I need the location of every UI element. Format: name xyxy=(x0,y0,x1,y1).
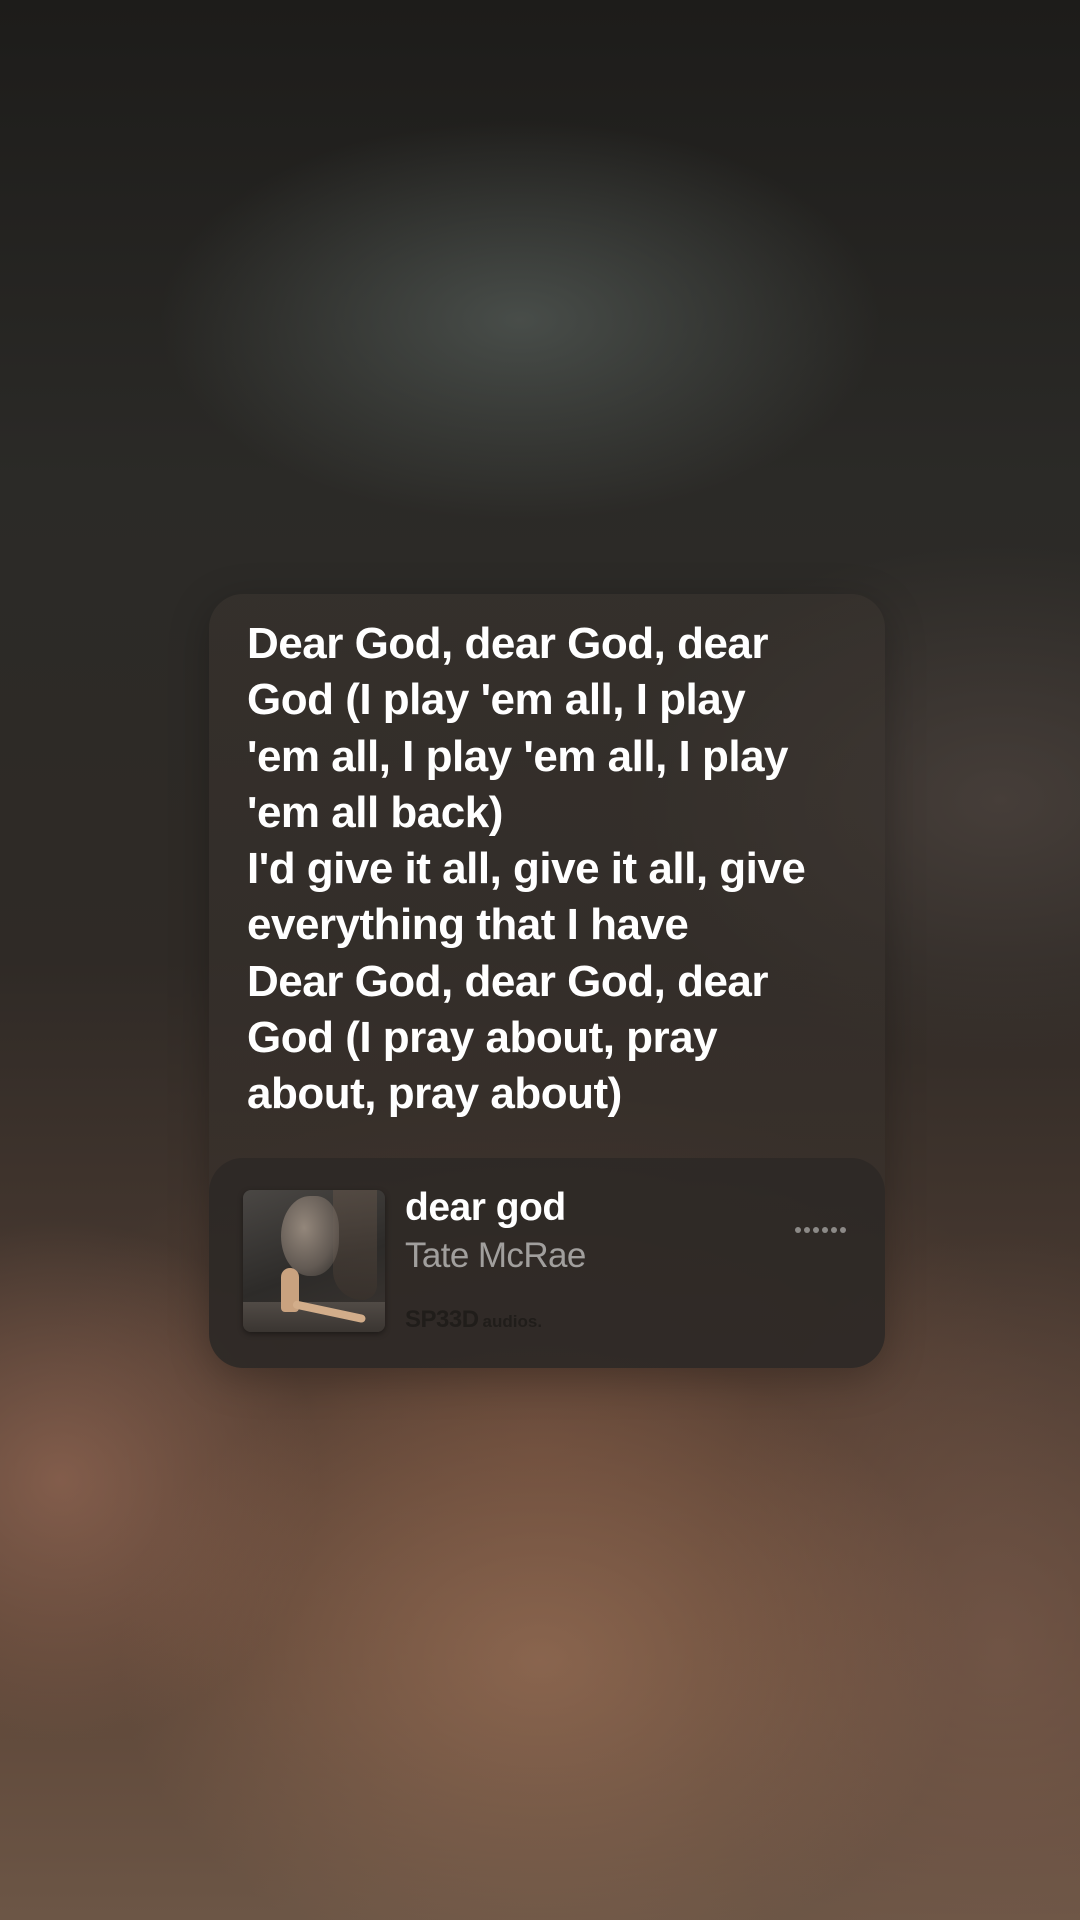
source-suffix: audios. xyxy=(482,1312,543,1331)
lyrics-text: Dear God, dear God, dear God (I play 'em… xyxy=(247,616,847,1123)
dot xyxy=(840,1227,846,1233)
lyric-line: everything that I have xyxy=(247,900,689,950)
artwork-detail xyxy=(333,1190,377,1300)
lyric-line: about, pray about) xyxy=(247,1069,622,1119)
artwork-detail xyxy=(281,1196,339,1276)
lyric-line: God (I play 'em all, I play xyxy=(247,675,746,725)
lyric-line: 'em all, I play 'em all, I play xyxy=(247,731,789,781)
lyric-line: Dear God, dear God, dear xyxy=(247,956,769,1006)
lyric-line: I'd give it all, give it all, give xyxy=(247,844,806,894)
now-playing-bar[interactable]: dear god Tate McRae SP33D audios. xyxy=(209,1158,885,1368)
dot xyxy=(822,1227,828,1233)
dot xyxy=(795,1227,801,1233)
lyric-line: Dear God, dear God, dear xyxy=(247,619,769,668)
dot xyxy=(804,1227,810,1233)
source-watermark: SP33D audios. xyxy=(405,1306,542,1334)
source-brand: SP33D xyxy=(405,1306,479,1333)
album-artwork[interactable] xyxy=(243,1190,385,1332)
song-title: dear god xyxy=(405,1186,566,1229)
more-dots-icon[interactable] xyxy=(795,1216,855,1246)
lyric-line: God (I pray about, pray xyxy=(247,1013,718,1063)
dot xyxy=(813,1227,819,1233)
song-artist: Tate McRae xyxy=(405,1236,586,1275)
lyric-line: 'em all back) xyxy=(247,787,503,837)
lyrics-share-card: Dear God, dear God, dear God (I play 'em… xyxy=(209,594,885,1368)
dot xyxy=(831,1227,837,1233)
